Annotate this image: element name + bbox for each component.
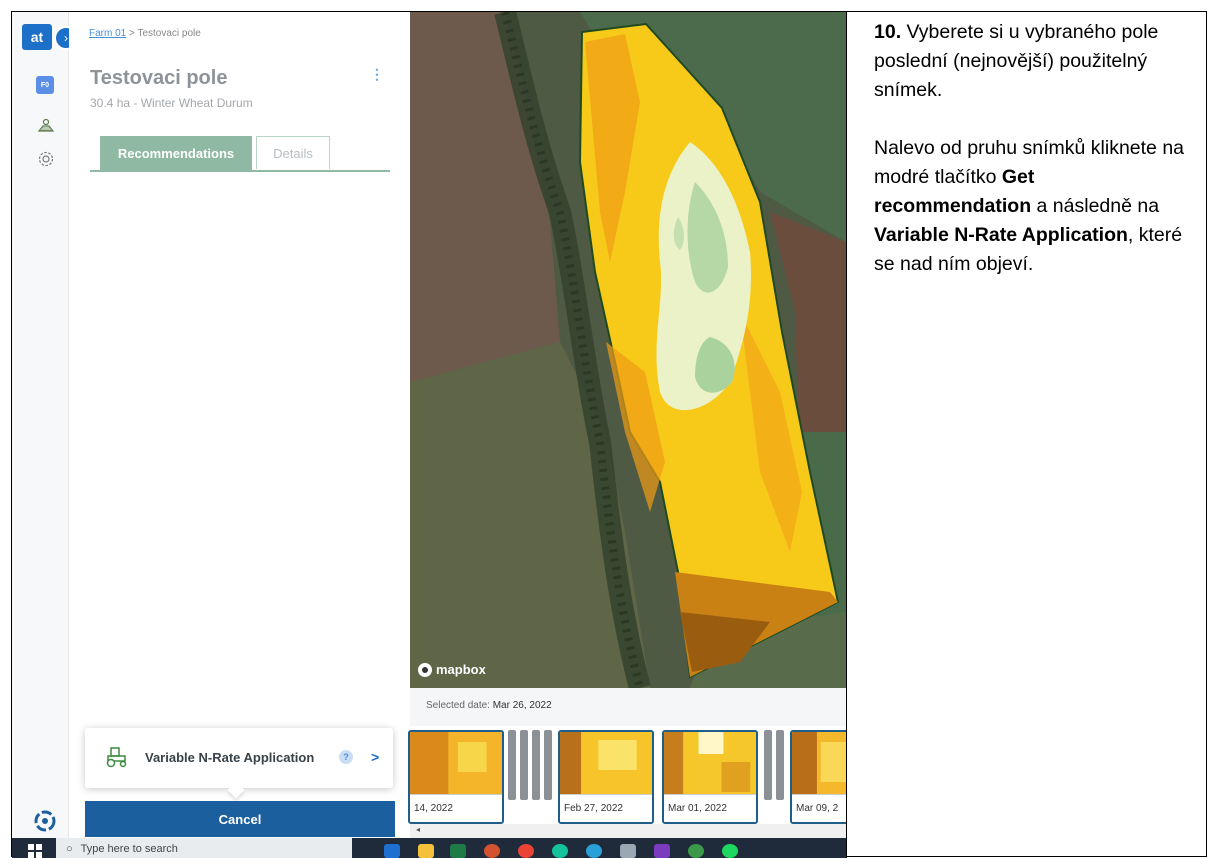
edge-icon[interactable] — [586, 844, 602, 858]
onenote-icon[interactable] — [654, 844, 670, 858]
thumb-date: Mar 01, 2022 — [664, 794, 756, 822]
thumb-image — [664, 732, 756, 794]
satellite-image — [410, 12, 846, 688]
breadcrumb: Farm 01 > Testovaci pole — [89, 28, 201, 39]
timeline-gap — [776, 730, 784, 800]
app-sidebar: at › F0 — [12, 12, 78, 858]
brand-circle-icon — [34, 810, 56, 832]
scroll-left-icon[interactable]: ◂ — [416, 825, 420, 834]
taskbar-search-input[interactable]: ○ Type here to search — [56, 838, 352, 858]
excel-icon[interactable] — [450, 844, 466, 858]
timeline-thumb[interactable]: Mar 09, 2 — [790, 730, 846, 824]
tab-recommendations[interactable]: Recommendations — [100, 136, 252, 170]
taskbar-search-placeholder: Type here to search — [80, 843, 178, 855]
outlook-icon[interactable] — [384, 844, 400, 858]
more-options-icon[interactable]: • • • — [374, 66, 380, 86]
image-timeline: 14, 2022 Feb 27, 2022 Mar 01, 2022 Mar 0… — [408, 726, 846, 838]
timeline-thumb[interactable]: Feb 27, 2022 — [558, 730, 654, 824]
selected-date-value: Mar 26, 2022 — [492, 700, 552, 711]
thumb-image — [410, 732, 502, 794]
gear-icon[interactable] — [37, 150, 55, 168]
popup-pointer — [227, 781, 245, 799]
column-divider — [846, 11, 847, 858]
selected-date-label: Selected date: Mar 26, 2022 — [426, 700, 552, 711]
instruction-paragraph: Nalevo od pruhu snímků kliknete na modré… — [874, 134, 1194, 279]
breadcrumb-farm-link[interactable]: Farm 01 — [89, 28, 126, 39]
windows-taskbar: ○ Type here to search — [12, 838, 846, 858]
farm-badge[interactable]: F0 — [36, 76, 54, 94]
field-subtitle: 30.4 ha - Winter Wheat Durum — [90, 96, 253, 110]
cancel-button[interactable]: Cancel — [85, 801, 395, 837]
mapbox-attribution[interactable]: mapbox — [418, 662, 486, 677]
mapbox-label: mapbox — [436, 662, 486, 677]
field-title: Testovaci pole — [90, 67, 228, 89]
timeline-thumb[interactable]: 14, 2022 — [408, 730, 504, 824]
thumb-image — [792, 732, 846, 794]
step-number: 10. — [874, 21, 902, 43]
timeline-thumb[interactable]: Mar 01, 2022 — [662, 730, 758, 824]
timeline-gap — [508, 730, 516, 800]
timeline-scrollbar[interactable]: ◂ — [410, 824, 846, 838]
step-paragraph: 10. Vyberete si u vybraného pole posledn… — [874, 18, 1194, 105]
recommendation-menu: Variable N-Rate Application ? > — [85, 728, 393, 799]
search-icon: ○ — [66, 843, 73, 855]
breadcrumb-field: Testovaci pole — [137, 28, 201, 39]
thumb-date: 14, 2022 — [410, 794, 502, 822]
field-panel: Farm 01 > Testovaci pole Testovaci pole … — [69, 12, 410, 858]
tab-details[interactable]: Details — [256, 136, 330, 169]
file-explorer-icon[interactable] — [418, 844, 434, 858]
timeline-gap — [764, 730, 772, 800]
help-icon[interactable]: ? — [339, 750, 353, 764]
app-logo[interactable]: at — [22, 24, 52, 50]
tractor-icon — [106, 747, 127, 768]
field-icon[interactable] — [37, 116, 55, 134]
variable-n-rate-option[interactable]: Variable N-Rate Application — [145, 750, 314, 765]
mapbox-logo-icon — [418, 662, 432, 677]
app-screenshot: at › F0 Farm 01 > Testovaci pole Testova… — [12, 12, 846, 858]
chevron-right-icon[interactable]: > — [371, 749, 379, 765]
thumb-image — [560, 732, 652, 794]
instruction-text-b: a následně na — [1031, 195, 1160, 217]
selected-date-bar: Selected date: Mar 26, 2022 — [410, 688, 846, 727]
selected-date-prefix: Selected date: — [426, 700, 490, 711]
windows-start-icon[interactable] — [28, 844, 42, 858]
timeline-gap — [520, 730, 528, 800]
thumb-date: Feb 27, 2022 — [560, 794, 652, 822]
grammarly-icon[interactable] — [552, 844, 568, 858]
instruction-bold-variable-n-rate: Variable N-Rate Application — [874, 224, 1128, 246]
app-icon[interactable] — [688, 844, 704, 858]
step-text: Vyberete si u vybraného pole poslední (n… — [874, 21, 1159, 101]
thumb-date: Mar 09, 2 — [792, 794, 846, 822]
app-icon[interactable] — [620, 844, 636, 858]
breadcrumb-separator: > — [129, 28, 135, 39]
powerpoint-icon[interactable] — [484, 844, 500, 858]
field-tabs: Recommendations Details — [90, 136, 390, 172]
field-map[interactable]: mapbox — [410, 12, 846, 688]
timeline-gap — [544, 730, 552, 800]
timeline-gap — [532, 730, 540, 800]
spotify-icon[interactable] — [722, 844, 738, 858]
instruction-text: 10. Vyberete si u vybraného pole posledn… — [874, 18, 1194, 279]
chrome-icon[interactable] — [518, 844, 534, 858]
